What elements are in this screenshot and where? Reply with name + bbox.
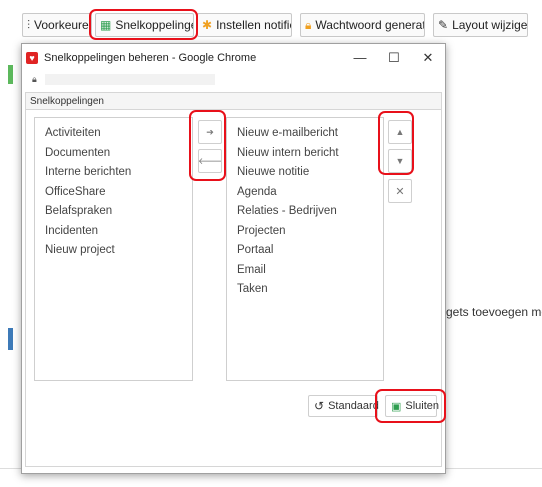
selected-shortcuts-list[interactable]: Nieuw e-mailbericht Nieuw intern bericht… xyxy=(226,117,384,381)
grid-icon: ▦ xyxy=(100,18,112,32)
edit-icon: ✎ xyxy=(438,18,449,32)
gear-icon: ✱ xyxy=(202,18,213,32)
sliders-icon: ⫶ xyxy=(27,17,31,32)
sluiten-button[interactable]: ▣ Sluiten xyxy=(385,395,440,417)
list-item[interactable]: Activiteiten xyxy=(35,124,192,144)
list-item[interactable]: Projecten xyxy=(227,222,383,242)
list-item[interactable]: Portaal xyxy=(227,241,383,261)
background-blue-marker xyxy=(8,328,13,350)
list-item[interactable]: Nieuw intern bericht xyxy=(227,144,383,164)
minimize-button[interactable]: — xyxy=(343,50,377,65)
chevron-down-icon: ▼ xyxy=(395,156,405,166)
layout-label: Layout wijzigen xyxy=(452,18,528,32)
list-item[interactable]: OfficeShare xyxy=(35,183,192,203)
available-shortcuts-list[interactable]: Activiteiten Documenten Interne berichte… xyxy=(34,117,193,381)
arrow-right-icon: ➔ xyxy=(206,126,214,137)
move-down-button[interactable]: ▼ xyxy=(388,149,412,173)
shortcuts-panel: Snelkoppelingen Activiteiten Documenten … xyxy=(25,92,442,467)
list-item[interactable]: Nieuw e-mailbericht xyxy=(227,124,383,144)
snelkoppelingen-label: Snelkoppelingen xyxy=(115,18,193,32)
chevron-up-icon: ▲ xyxy=(395,127,405,137)
background-green-marker xyxy=(8,65,13,84)
wachtwoord-generator-button[interactable]: 🔒︎ Wachtwoord generator xyxy=(300,13,425,37)
voorkeuren-button[interactable]: ⫶ Voorkeuren xyxy=(22,13,92,37)
window-titlebar: ♥ Snelkoppelingen beheren - Google Chrom… xyxy=(22,44,445,71)
arrow-left-icon: 🡐 xyxy=(197,155,223,166)
lock-icon: 🔒︎ xyxy=(305,17,312,32)
list-item[interactable]: Nieuw project xyxy=(35,241,192,261)
close-icon: ✕ xyxy=(395,185,405,198)
move-left-button[interactable]: 🡐 xyxy=(198,149,222,173)
address-bar: 🔒︎ xyxy=(26,71,441,87)
close-window-button[interactable]: ✕ xyxy=(411,50,445,66)
window-title: Snelkoppelingen beheren - Google Chrome xyxy=(44,51,257,64)
reset-icon: ↺ xyxy=(314,399,325,413)
instellen-notifier-button[interactable]: ✱ Instellen notifier xyxy=(197,13,292,37)
move-up-button[interactable]: ▲ xyxy=(388,120,412,144)
standaard-button[interactable]: ↺ Standaard xyxy=(308,395,379,417)
snelkoppelingen-button[interactable]: ▦ Snelkoppelingen xyxy=(95,13,194,37)
shortcut-manager-window: ♥ Snelkoppelingen beheren - Google Chrom… xyxy=(21,43,446,474)
list-item[interactable]: Documenten xyxy=(35,144,192,164)
list-item[interactable]: Nieuwe notitie xyxy=(227,163,383,183)
padlock-icon: 🔒︎ xyxy=(32,73,37,84)
top-toolbar: ⫶ Voorkeuren ▦ Snelkoppelingen ✱ Instell… xyxy=(0,0,542,40)
standaard-label: Standaard xyxy=(328,400,379,412)
panel-title: Snelkoppelingen xyxy=(26,93,441,110)
url-field xyxy=(44,73,215,85)
list-item[interactable]: Taken xyxy=(227,280,383,300)
list-item[interactable]: Email xyxy=(227,261,383,281)
save-icon: ▣ xyxy=(391,400,402,413)
list-item[interactable]: Interne berichten xyxy=(35,163,192,183)
voorkeuren-label: Voorkeuren xyxy=(34,18,92,32)
maximize-button[interactable]: ☐ xyxy=(377,50,411,66)
sluiten-label: Sluiten xyxy=(405,400,440,412)
list-item[interactable]: Agenda xyxy=(227,183,383,203)
layout-wijzigen-button[interactable]: ✎ Layout wijzigen xyxy=(433,13,528,37)
remove-button[interactable]: ✕ xyxy=(388,179,412,203)
list-item[interactable]: Belafspraken xyxy=(35,202,192,222)
list-item[interactable]: Relaties - Bedrijven xyxy=(227,202,383,222)
background-widget-text: gets toevoegen me xyxy=(446,305,542,319)
instellen-label: Instellen notifier xyxy=(216,18,292,32)
list-item[interactable]: Incidenten xyxy=(35,222,192,242)
move-right-button[interactable]: ➔ xyxy=(198,120,222,144)
wachtwoord-label: Wachtwoord generator xyxy=(315,18,425,32)
heart-app-icon: ♥ xyxy=(26,51,38,64)
